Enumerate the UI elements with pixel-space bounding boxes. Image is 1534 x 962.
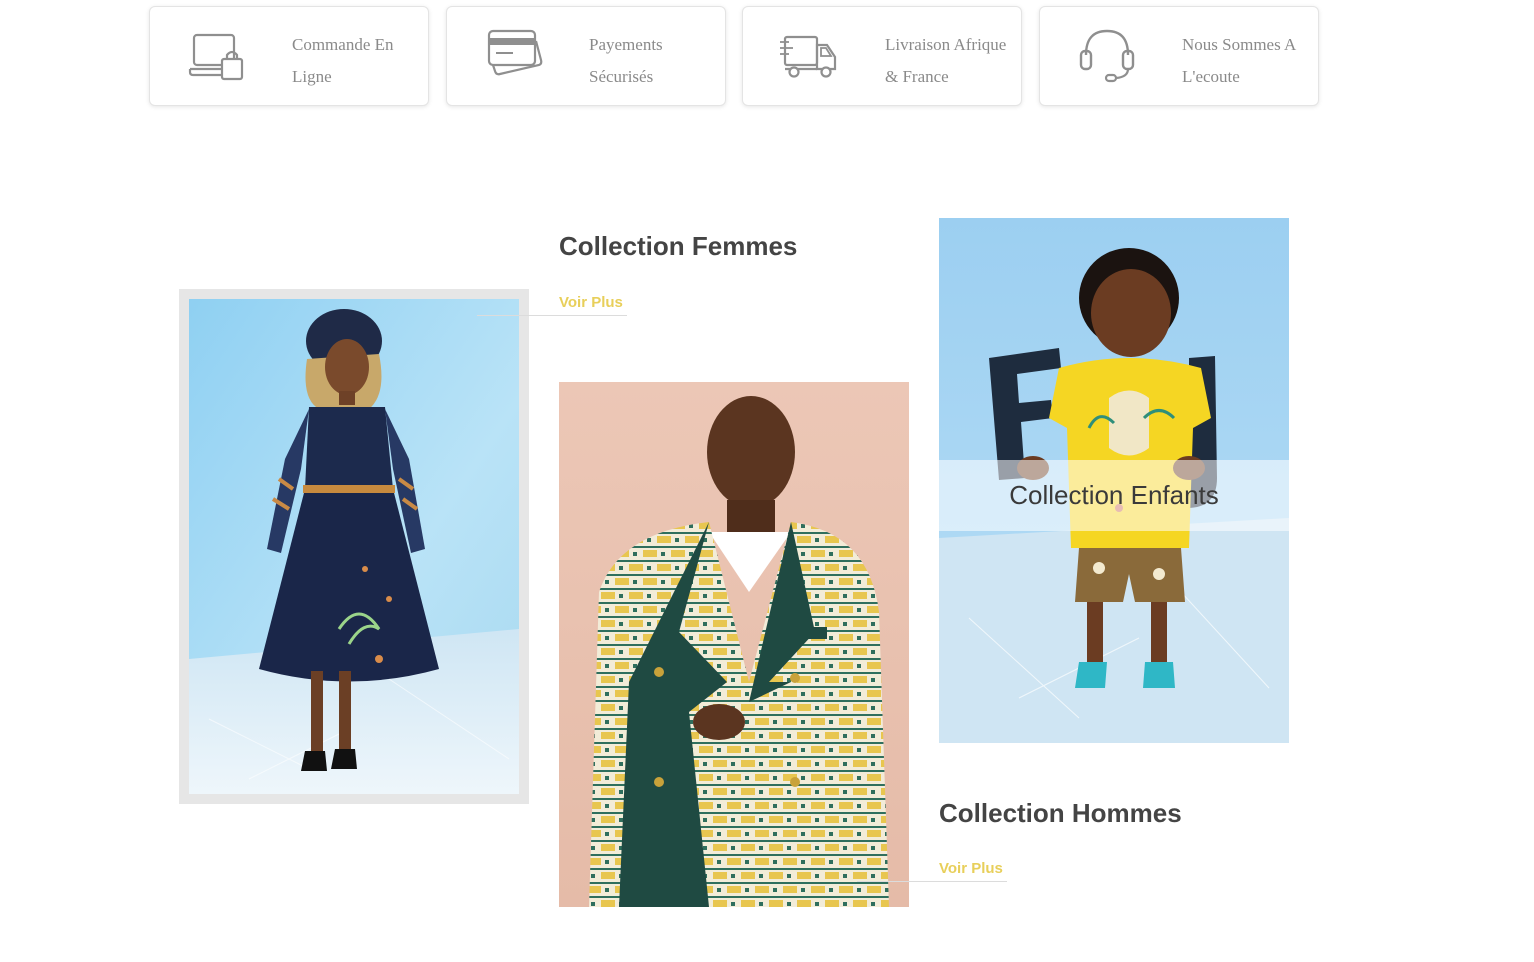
voir-plus-hommes-link[interactable]: Voir Plus <box>939 860 1003 877</box>
feature-label: Livraison Afrique & France <box>885 35 1007 86</box>
feature-label: Payements Sécurisés <box>589 35 663 86</box>
headset-icon <box>1079 29 1135 83</box>
women-photo-frame <box>179 289 529 804</box>
feature-delivery: Livraison Afrique & France <box>742 6 1022 106</box>
feature-support: Nous Sommes A L'ecoute <box>1039 6 1319 106</box>
voir-plus-underline <box>857 881 1007 882</box>
feature-label: Nous Sommes A L'ecoute <box>1182 35 1296 86</box>
collection-enfants-overlay[interactable]: Collection Enfants <box>939 460 1289 531</box>
voir-plus-underline <box>477 315 627 316</box>
men-collection-image[interactable] <box>559 382 909 907</box>
feature-secure-payment: Payements Sécurisés <box>446 6 726 106</box>
feature-label: Commande En Ligne <box>292 35 394 86</box>
credit-card-icon <box>487 29 543 76</box>
collection-femmes-title: Collection Femmes <box>559 231 798 261</box>
collection-enfants-label: Collection Enfants <box>1009 480 1219 510</box>
women-collection-image[interactable] <box>189 299 519 794</box>
laptop-bag-icon <box>188 33 244 81</box>
feature-online-order: Commande En Ligne <box>149 6 429 106</box>
collection-hommes-title: Collection Hommes <box>939 798 1182 828</box>
voir-plus-femmes-link[interactable]: Voir Plus <box>559 294 623 311</box>
men-photo-frame <box>559 382 909 907</box>
delivery-truck-icon <box>780 35 837 78</box>
